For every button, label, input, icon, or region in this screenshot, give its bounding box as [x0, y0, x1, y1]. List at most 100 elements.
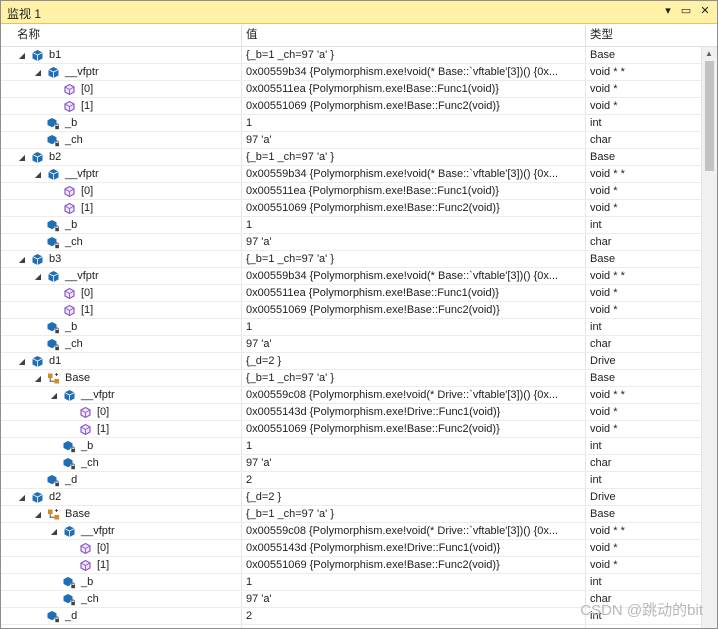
expand-collapse-arrow-icon[interactable]: ◢	[17, 353, 27, 369]
watch-row[interactable]: _ch 97 'a' char	[1, 234, 701, 251]
close-button[interactable]: ✕	[698, 4, 712, 18]
column-divider[interactable]	[241, 25, 242, 46]
value-cell[interactable]: 1	[246, 115, 582, 131]
watch-row[interactable]: _ch 97 'a' char	[1, 132, 701, 149]
expand-collapse-arrow-icon[interactable]: ◢	[17, 251, 27, 267]
value-cell[interactable]: 0x0055143d {Polymorphism.exe!Drive::Func…	[246, 404, 582, 420]
watch-row[interactable]: _b 1 int	[1, 574, 701, 591]
type-column-header[interactable]: 类型	[590, 25, 613, 46]
value-cell[interactable]: 0x005511ea {Polymorphism.exe!Base::Func1…	[246, 183, 582, 199]
value-cell[interactable]: 97 'a'	[246, 132, 582, 148]
watch-row[interactable]: [1] 0x00551069 {Polymorphism.exe!Base::Fu…	[1, 302, 701, 319]
watch-row[interactable]: ◢ __vfptr 0x00559c08 {Polymorphism.exe!voi…	[1, 523, 701, 540]
value-cell[interactable]: 0x00551069 {Polymorphism.exe!Base::Func2…	[246, 421, 582, 437]
watch-row[interactable]: ◢ b3 {_b=1 _ch=97 'a' } Base	[1, 251, 701, 268]
value-cell[interactable]: 2	[246, 608, 582, 624]
watch-row[interactable]: _ch 97 'a' char	[1, 336, 701, 353]
value-cell[interactable]: 0x00559c08 {Polymorphism.exe!void(* Driv…	[246, 523, 582, 539]
value-cell[interactable]: 2	[246, 472, 582, 488]
name-cell: ◢ d2	[1, 489, 241, 505]
watch-row[interactable]: [1] 0x00551069 {Polymorphism.exe!Base::Fu…	[1, 200, 701, 217]
expand-collapse-arrow-icon[interactable]: ◢	[33, 64, 43, 80]
column-divider[interactable]	[585, 25, 586, 46]
watch-row[interactable]: ◢ Base {_b=1 _ch=97 'a' } Base	[1, 506, 701, 523]
value-cell[interactable]: 1	[246, 438, 582, 454]
private-field-icon	[47, 610, 60, 623]
value-cell[interactable]: {_d=2 }	[246, 489, 582, 505]
watch-row[interactable]: _b 1 int	[1, 115, 701, 132]
scrollbar-thumb[interactable]	[705, 61, 714, 171]
scroll-up-arrow-icon[interactable]: ▲	[705, 49, 713, 58]
value-cell[interactable]: 0x005511ea {Polymorphism.exe!Base::Func1…	[246, 81, 582, 97]
value-cell[interactable]: 1	[246, 319, 582, 335]
watch-row[interactable]: _b 1 int	[1, 217, 701, 234]
value-cell[interactable]: 97 'a'	[246, 234, 582, 250]
value-cell[interactable]: 0x005511ea {Polymorphism.exe!Base::Func1…	[246, 285, 582, 301]
method-icon	[63, 304, 76, 317]
value-cell[interactable]: 0x00551069 {Polymorphism.exe!Base::Func2…	[246, 557, 582, 573]
watch-row[interactable]: ◢ d2 {_d=2 } Drive	[1, 489, 701, 506]
value-cell[interactable]: 1	[246, 574, 582, 590]
value-cell[interactable]: 1	[246, 217, 582, 233]
expand-collapse-arrow-icon[interactable]: ◢	[49, 387, 59, 403]
watch-row[interactable]: _b 1 int	[1, 319, 701, 336]
watch-row[interactable]: ◢ b2 {_b=1 _ch=97 'a' } Base	[1, 149, 701, 166]
watch-row[interactable]: [1] 0x00551069 {Polymorphism.exe!Base::Fu…	[1, 557, 701, 574]
watch-row[interactable]: ◢ __vfptr 0x00559c08 {Polymorphism.exe!voi…	[1, 387, 701, 404]
type-cell: void * *	[590, 168, 625, 180]
vertical-scrollbar[interactable]: ▲	[701, 47, 717, 628]
type-cell: char	[590, 134, 612, 146]
expand-collapse-arrow-icon[interactable]: ◢	[17, 489, 27, 505]
expand-collapse-arrow-icon[interactable]: ◢	[17, 47, 27, 63]
value-cell[interactable]: 0x00559b34 {Polymorphism.exe!void(* Base…	[246, 166, 582, 182]
variable-name: Base	[65, 508, 91, 520]
value-cell[interactable]: 97 'a'	[246, 336, 582, 352]
name-column-header[interactable]: 名称	[17, 25, 40, 46]
value-cell[interactable]: {_d=2 }	[246, 353, 582, 369]
watch-row[interactable]: _d 2 int	[1, 472, 701, 489]
watch-row[interactable]: ◢ __vfptr 0x00559b34 {Polymorphism.exe!voi…	[1, 268, 701, 285]
watch-row[interactable]: ◢ __vfptr 0x00559b34 {Polymorphism.exe!voi…	[1, 166, 701, 183]
value-cell[interactable]: {_b=1 _ch=97 'a' }	[246, 47, 582, 63]
value-cell[interactable]: 0x00559c08 {Polymorphism.exe!void(* Driv…	[246, 387, 582, 403]
watch-row[interactable]: ◢ d1 {_d=2 } Drive	[1, 353, 701, 370]
value-cell[interactable]: 0x00551069 {Polymorphism.exe!Base::Func2…	[246, 98, 582, 114]
value-cell[interactable]: 0x00551069 {Polymorphism.exe!Base::Func2…	[246, 302, 582, 318]
watch-row[interactable]: [1] 0x00551069 {Polymorphism.exe!Base::Fu…	[1, 98, 701, 115]
name-cell: [0]	[1, 404, 241, 420]
watch-row[interactable]: [1] 0x00551069 {Polymorphism.exe!Base::Fu…	[1, 421, 701, 438]
watch-row[interactable]: [0] 0x005511ea {Polymorphism.exe!Base::Fu…	[1, 81, 701, 98]
value-cell[interactable]: 0x0055143d {Polymorphism.exe!Drive::Func…	[246, 540, 582, 556]
watch-row[interactable]: ◢ __vfptr 0x00559b34 {Polymorphism.exe!voi…	[1, 64, 701, 81]
type-cell: int	[590, 321, 602, 333]
value-cell[interactable]: {_b=1 _ch=97 'a' }	[246, 506, 582, 522]
type-cell: Base	[590, 49, 616, 61]
expand-collapse-arrow-icon[interactable]: ◢	[33, 370, 43, 386]
watch-row[interactable]: ◢ b1 {_b=1 _ch=97 'a' } Base	[1, 47, 701, 64]
value-cell[interactable]: 97 'a'	[246, 455, 582, 471]
expand-collapse-arrow-icon[interactable]: ◢	[33, 166, 43, 182]
window-position-dropdown-button[interactable]: ▾	[661, 4, 675, 18]
value-cell[interactable]: {_b=1 _ch=97 'a' }	[246, 251, 582, 267]
value-cell[interactable]: 0x00559b34 {Polymorphism.exe!void(* Base…	[246, 64, 582, 80]
private-field-icon	[63, 440, 76, 453]
watch-row[interactable]: _ch 97 'a' char	[1, 455, 701, 472]
value-cell[interactable]: 0x00551069 {Polymorphism.exe!Base::Func2…	[246, 200, 582, 216]
watch-row[interactable]: [0] 0x0055143d {Polymorphism.exe!Drive::F…	[1, 404, 701, 421]
watch-row[interactable]: ◢ Base {_b=1 _ch=97 'a' } Base	[1, 370, 701, 387]
value-column-header[interactable]: 值	[246, 25, 258, 46]
watch-row[interactable]: [0] 0x0055143d {Polymorphism.exe!Drive::F…	[1, 540, 701, 557]
expand-collapse-arrow-icon[interactable]: ◢	[49, 523, 59, 539]
value-cell[interactable]: 97 'a'	[246, 591, 582, 607]
watch-row[interactable]: [0] 0x005511ea {Polymorphism.exe!Base::Fu…	[1, 285, 701, 302]
expand-collapse-arrow-icon[interactable]: ◢	[33, 268, 43, 284]
variable-name: _ch	[65, 134, 83, 146]
expand-collapse-arrow-icon[interactable]: ◢	[17, 149, 27, 165]
watch-row[interactable]: [0] 0x005511ea {Polymorphism.exe!Base::Fu…	[1, 183, 701, 200]
expand-collapse-arrow-icon[interactable]: ◢	[33, 506, 43, 522]
value-cell[interactable]: {_b=1 _ch=97 'a' }	[246, 149, 582, 165]
value-cell[interactable]: {_b=1 _ch=97 'a' }	[246, 370, 582, 386]
watch-row[interactable]: _b 1 int	[1, 438, 701, 455]
maximize-button[interactable]: ▭	[679, 4, 693, 18]
value-cell[interactable]: 0x00559b34 {Polymorphism.exe!void(* Base…	[246, 268, 582, 284]
